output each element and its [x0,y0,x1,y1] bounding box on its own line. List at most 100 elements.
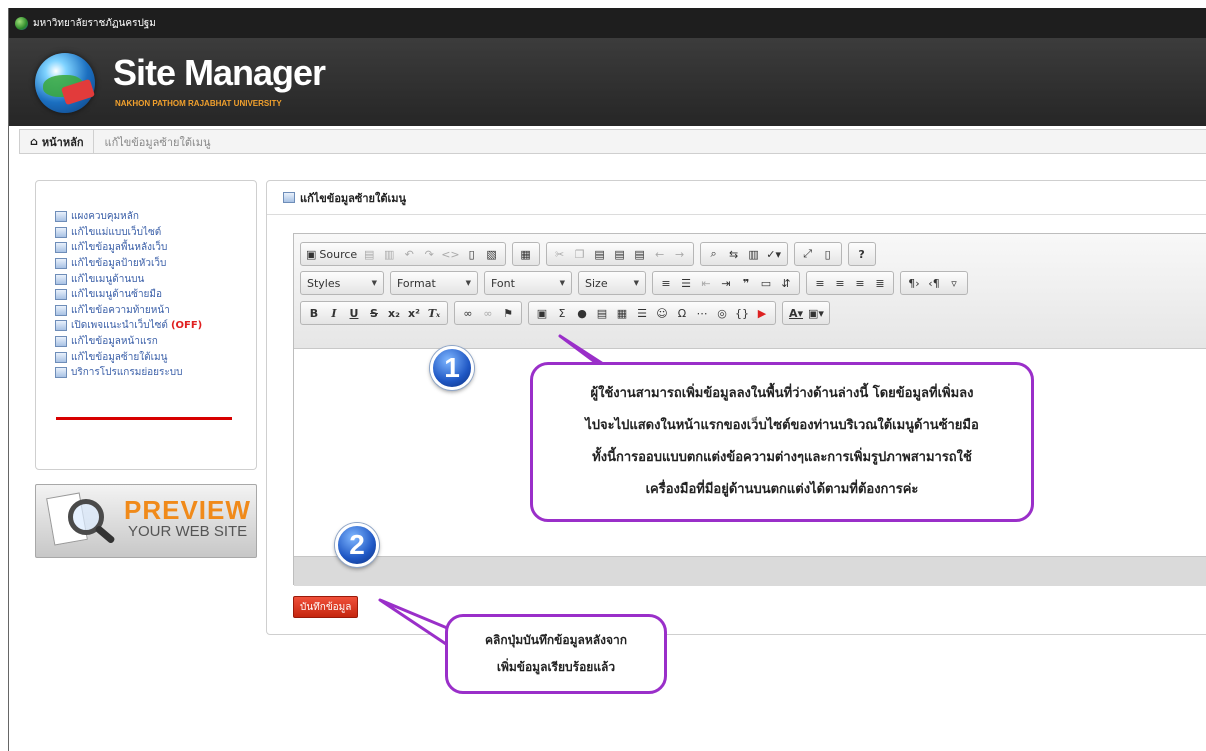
unlink-icon[interactable]: ∞ [478,303,498,323]
numbered-list-icon[interactable]: ≡ [656,273,676,293]
background-color-icon[interactable]: ▣▾ [806,303,826,323]
superscript-icon[interactable]: x² [404,303,424,323]
image-icon[interactable]: ▣ [532,303,552,323]
sidebar-item-home-content[interactable]: แก้ไขข้อมูลหน้าแรก [55,334,256,350]
youtube-icon[interactable]: ▶ [752,303,772,323]
bold-icon[interactable]: B [304,303,324,323]
active-item-underline [56,417,232,420]
sidebar-item-top-menu[interactable]: แก้ไขเมนูด้านบน [55,271,256,287]
spellcheck-icon[interactable]: ✓▾ [764,244,784,264]
list-group: ≡ ☰ ⇤ ⇥ ❞ ▭ ⇵ [652,271,800,295]
bulleted-list-icon[interactable]: ☰ [676,273,696,293]
page-break-icon[interactable]: ⋯ [692,303,712,323]
sidebar-item-label: แก้ไขเมนูด้านบน [71,273,145,285]
form-icon[interactable]: ▤ [592,303,612,323]
forward-arrow-icon[interactable]: → [670,244,690,264]
paste-icon[interactable]: ▤ [590,244,610,264]
redo-icon[interactable]: ↷ [419,244,439,264]
find-group: ⌕ ⇆ ▥ ✓▾ [699,242,788,266]
new-page-icon[interactable]: ▥ [379,244,399,264]
iframe-icon[interactable]: ◎ [712,303,732,323]
sidebar-item-left-menu[interactable]: แก้ไขเมนูด้านซ้ายมือ [55,287,256,303]
sidebar-item-background[interactable]: แก้ไขข้อมูลพื้นหลังเว็บ [55,240,256,256]
site-header: Site Manager NAKHON PATHOM RAJABHAT UNIV… [9,38,1206,126]
source-button[interactable]: ▣ Source [304,244,359,264]
styles-dropdown[interactable]: Styles ▼ [300,271,384,295]
sidebar-item-label: บริการโปรแกรมย่อยระบบ [71,367,183,379]
breadcrumb-home[interactable]: ⌂ หน้าหลัก [20,130,95,153]
increase-indent-icon[interactable]: ⇥ [716,273,736,293]
site-title: Site Manager [113,52,326,93]
align-right-icon[interactable]: ≡ [850,273,870,293]
math-sigma-icon[interactable]: Σ [552,303,572,323]
smiley-icon[interactable]: ☺ [652,303,672,323]
align-center-icon[interactable]: ≡ [830,273,850,293]
toolbar-row-2: Styles ▼ Format ▼ Font ▼ Size ▼ ≡ ☰ ⇤ ⇥ … [300,271,974,295]
dropdown-arrow-icon: ▼ [371,279,377,287]
subscript-icon[interactable]: x₂ [384,303,404,323]
link-icon[interactable]: ∞ [458,303,478,323]
sidebar-menu: แผงควบคุมหลัก แก้ไขแม่แบบเว็บไซต์ แก้ไขข… [35,180,257,470]
save-button[interactable]: บันทึกข้อมูล [293,596,359,618]
help-icon[interactable]: ? [852,244,872,264]
code-snippet-icon[interactable]: {} [732,303,752,323]
templates-icon[interactable]: ▦ [516,244,536,264]
table-icon[interactable]: ▦ [612,303,632,323]
sidebar-item-footer[interactable]: แก้ไขข้อความท้ายหน้า [55,303,256,319]
italic-icon[interactable]: I [324,303,344,323]
strikethrough-icon[interactable]: S [364,303,384,323]
special-char-omega-icon[interactable]: Ω [672,303,692,323]
link-group: ∞ ∞ ⚑ [454,301,522,325]
div-container-icon[interactable]: ▭ [756,273,776,293]
clipboard-group: ✂ ❐ ▤ ▤ ▤ ← → [545,242,694,266]
sidebar-item-under-menu[interactable]: แก้ไขข้อมูลซ้ายใต้เมนู [55,349,256,365]
align-justify-icon[interactable]: ≣ [870,273,890,293]
horizontal-line-icon[interactable]: ☰ [632,303,652,323]
home-content-icon [55,336,67,348]
find-icon[interactable]: ⌕ [704,244,724,264]
save-doc-icon[interactable]: ▤ [359,244,379,264]
code-icon[interactable]: <> [439,244,461,264]
paste-word-icon[interactable]: ▤ [630,244,650,264]
sidebar-item-banner[interactable]: แก้ไขข้อมูลป้ายหัวเว็บ [55,256,256,272]
top-bar: มหาวิทยาลัยราชภัฏนครปฐม [9,8,1206,38]
sidebar-item-intro-page[interactable]: เปิดเพจแนะนำเว็บไซต์ (OFF) [55,318,256,334]
font-dropdown[interactable]: Font ▼ [484,271,572,295]
underline-icon[interactable]: U [344,303,364,323]
maximize-icon[interactable]: ⤢ [798,244,818,264]
back-arrow-icon[interactable]: ← [650,244,670,264]
text-direction-icon[interactable]: ⇵ [776,273,796,293]
text-color-icon[interactable]: A▾ [786,303,806,323]
sidebar-item-modules[interactable]: บริการโปรแกรมย่อยระบบ [55,365,256,381]
decrease-indent-icon[interactable]: ⇤ [696,273,716,293]
copy-icon[interactable]: ❐ [570,244,590,264]
remove-format-icon[interactable]: Tₓ [424,303,444,323]
site-manager-logo-icon [35,53,95,113]
source-group: ▣ Source ▤ ▥ ↶ ↷ <> ▯ ▧ [300,242,506,266]
size-dropdown-label: Size [585,276,608,290]
show-blocks-icon[interactable]: ▯ [818,244,838,264]
sidebar-item-label: แก้ไขเมนูด้านซ้ายมือ [71,289,163,301]
sidebar-item-template[interactable]: แก้ไขแม่แบบเว็บไซต์ [55,225,256,241]
language-icon[interactable]: ▿ [944,273,964,293]
dropdown-arrow-icon: ▼ [559,279,565,287]
select-all-icon[interactable]: ▥ [744,244,764,264]
align-left-icon[interactable]: ≡ [810,273,830,293]
preview-website-button[interactable]: PREVIEW YOUR WEB SITE [35,484,257,558]
editor-status-bar [294,556,1206,586]
anchor-flag-icon[interactable]: ⚑ [498,303,518,323]
flash-icon[interactable]: ● [572,303,592,323]
sidebar-item-dashboard[interactable]: แผงควบคุมหลัก [55,209,256,225]
document-icon[interactable]: ▯ [462,244,482,264]
blockquote-icon[interactable]: ❞ [736,273,756,293]
size-dropdown[interactable]: Size ▼ [578,271,646,295]
format-dropdown[interactable]: Format ▼ [390,271,478,295]
undo-icon[interactable]: ↶ [399,244,419,264]
cut-icon[interactable]: ✂ [550,244,570,264]
view-group: ⤢ ▯ [793,242,842,266]
rtl-icon[interactable]: ‹¶ [924,273,944,293]
paste-text-icon[interactable]: ▤ [610,244,630,264]
replace-icon[interactable]: ⇆ [724,244,744,264]
preview-icon[interactable]: ▧ [482,244,502,264]
ltr-icon[interactable]: ¶› [904,273,924,293]
